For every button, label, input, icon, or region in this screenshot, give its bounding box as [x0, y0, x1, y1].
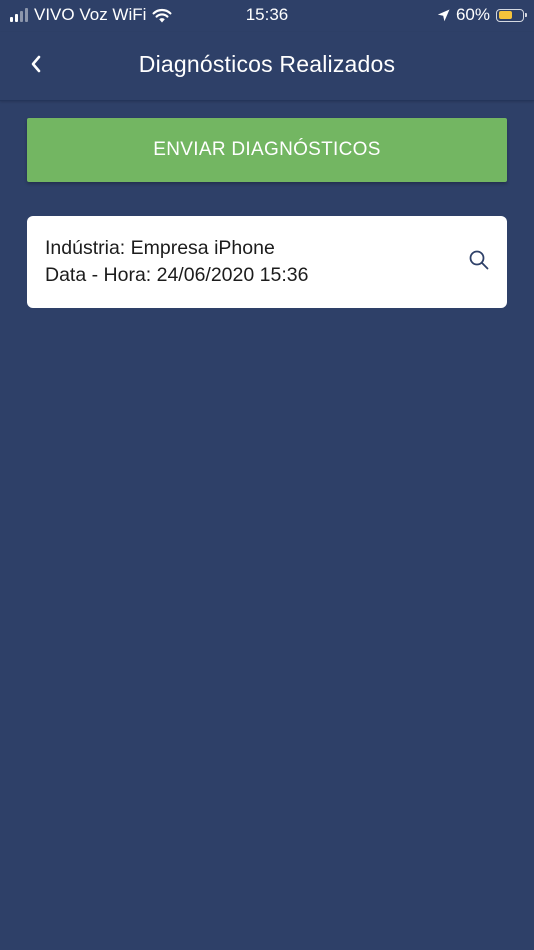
- status-right: 60%: [437, 5, 527, 25]
- navigation-bar: Diagnósticos Realizados: [0, 32, 534, 101]
- location-arrow-icon: [437, 9, 450, 21]
- diagnostic-industry: Indústria: Empresa iPhone: [45, 237, 275, 259]
- battery-tip: [525, 13, 527, 17]
- battery-icon: [496, 8, 527, 22]
- page-title: Diagnósticos Realizados: [138, 51, 396, 77]
- battery-level-fill: [498, 11, 513, 19]
- send-diagnostics-button[interactable]: ENVIAR DIAGNÓSTICOS: [27, 118, 507, 182]
- diagnostic-list-item[interactable]: Indústria: Empresa iPhone Data - Hora: 2…: [27, 216, 507, 308]
- search-icon[interactable]: [468, 249, 490, 271]
- battery-percent: 60%: [455, 5, 490, 24]
- status-bar: VIVO Voz WiFi 15:36 60%: [0, 0, 534, 32]
- diagnostic-datetime: Data - Hora: 24/06/2020 15:36: [45, 264, 309, 286]
